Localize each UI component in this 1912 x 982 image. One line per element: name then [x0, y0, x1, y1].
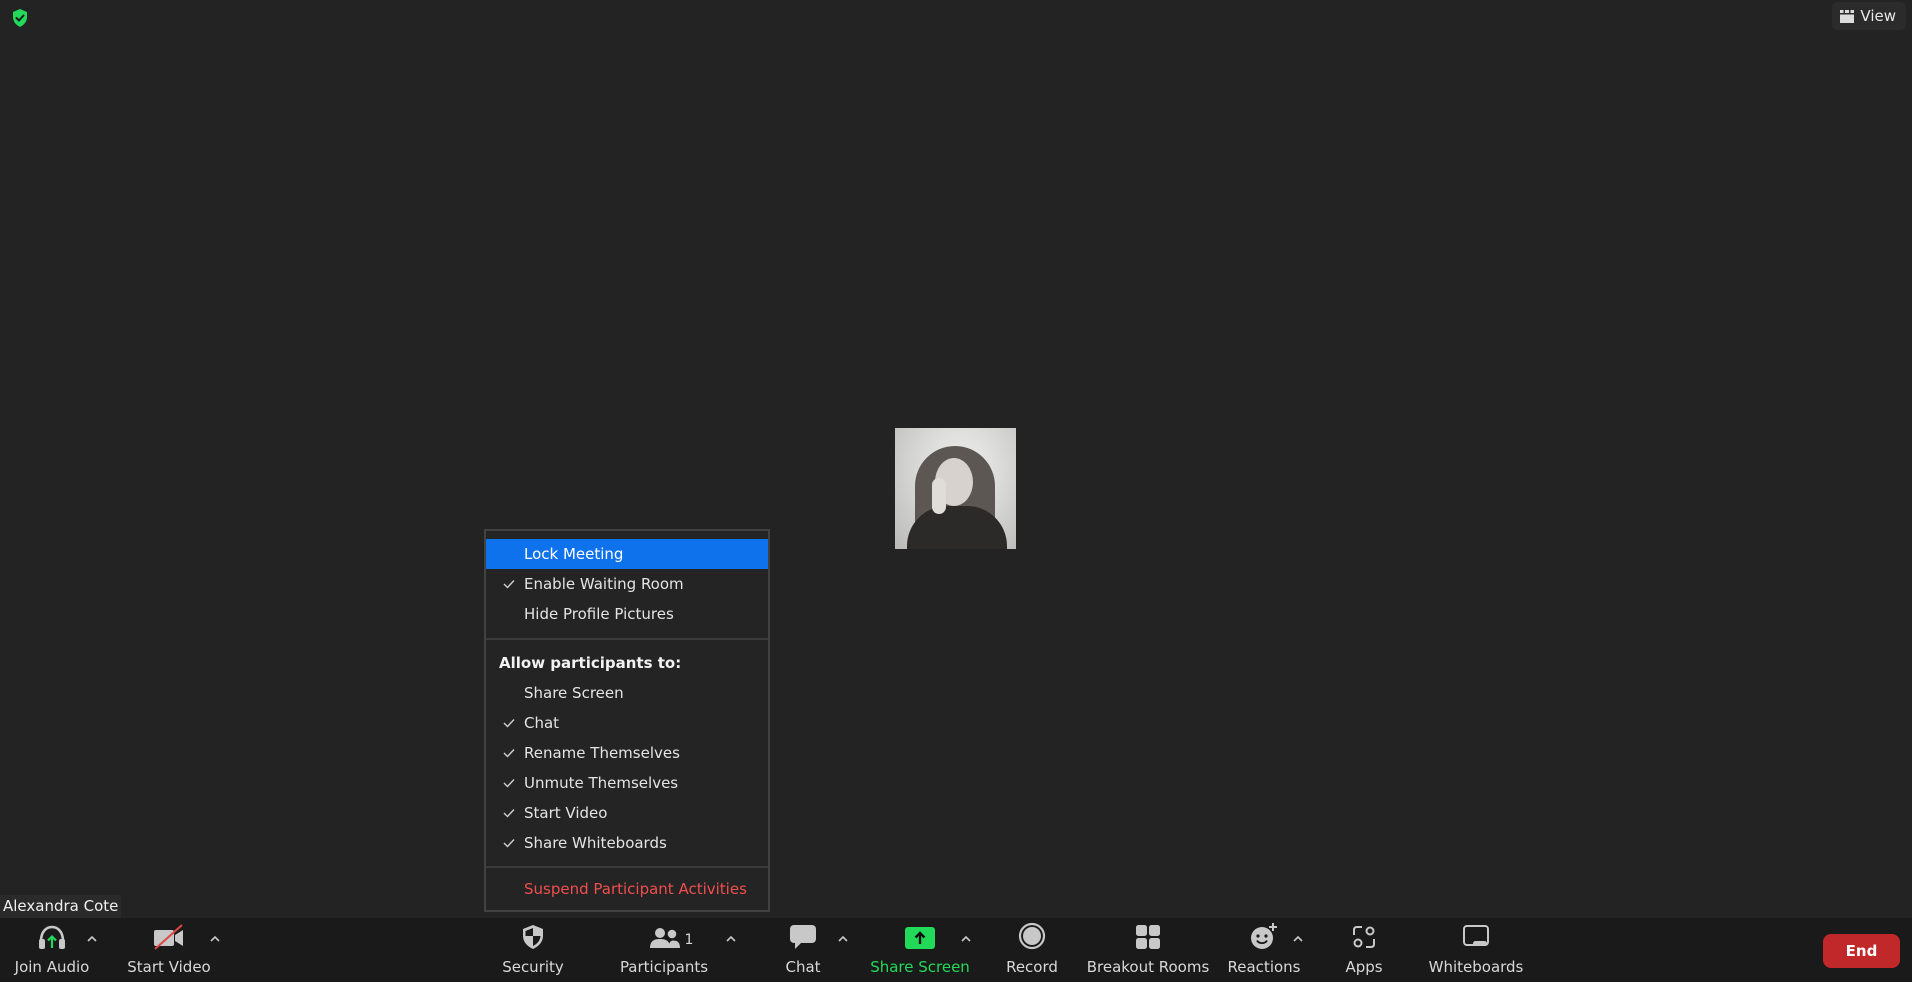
menu-item-hide-profile-pictures[interactable]: Hide Profile Pictures	[486, 599, 768, 629]
reactions-smiley-icon	[1251, 923, 1277, 949]
avatar-hand	[932, 478, 946, 514]
join-audio-label: Join Audio	[14, 958, 90, 976]
menu-item-chat[interactable]: Chat	[486, 708, 768, 738]
start-video-button[interactable]: Start Video	[127, 918, 211, 982]
breakout-rooms-button[interactable]: Breakout Rooms	[1087, 918, 1209, 982]
view-button[interactable]: View	[1832, 2, 1906, 30]
checkmark-icon	[502, 569, 516, 599]
menu-divider	[486, 866, 768, 868]
record-icon	[1018, 922, 1046, 950]
menu-item-unmute-themselves[interactable]: Unmute Themselves	[486, 768, 768, 798]
reactions-button[interactable]: Reactions	[1227, 918, 1301, 982]
menu-item-label: Lock Meeting	[524, 545, 624, 563]
join-audio-button[interactable]: Join Audio	[13, 918, 91, 982]
security-shield-icon	[523, 925, 543, 949]
record-button[interactable]: Record	[1006, 918, 1058, 982]
chat-label: Chat	[785, 958, 821, 976]
apps-icon	[1353, 926, 1375, 948]
menu-item-rename-themselves[interactable]: Rename Themselves	[486, 738, 768, 768]
grid-view-icon	[1840, 9, 1855, 23]
menu-item-label: Share Whiteboards	[524, 834, 667, 852]
video-options-caret[interactable]	[208, 933, 222, 945]
menu-item-label: Suspend Participant Activities	[524, 880, 747, 898]
whiteboards-button[interactable]: Whiteboards	[1429, 918, 1523, 982]
participant-avatar[interactable]	[895, 428, 1016, 549]
allow-participants-heading: Allow participants to:	[499, 654, 682, 672]
record-label: Record	[1006, 958, 1058, 976]
menu-item-label: Rename Themselves	[524, 744, 680, 762]
share-screen-label: Share Screen	[870, 958, 970, 976]
reactions-options-caret[interactable]	[1291, 933, 1305, 945]
participants-count: 1	[684, 932, 694, 948]
participants-icon	[649, 928, 680, 948]
encryption-shield-icon[interactable]	[10, 8, 30, 28]
security-menu: Lock Meeting Enable Waiting Room Hide Pr…	[484, 529, 770, 912]
menu-divider	[486, 638, 768, 640]
audio-options-caret[interactable]	[85, 933, 99, 945]
share-screen-options-caret[interactable]	[959, 933, 973, 945]
menu-item-lock-meeting[interactable]: Lock Meeting	[486, 539, 768, 569]
participants-options-caret[interactable]	[724, 933, 738, 945]
view-label: View	[1860, 7, 1896, 25]
chat-bubble-icon	[790, 925, 816, 949]
security-button[interactable]: Security	[500, 918, 566, 982]
menu-item-share-screen[interactable]: Share Screen	[486, 678, 768, 708]
participants-label: Participants	[619, 958, 709, 976]
apps-button[interactable]: Apps	[1345, 918, 1383, 982]
whiteboard-icon	[1463, 925, 1489, 946]
menu-item-label: Enable Waiting Room	[524, 575, 684, 593]
checkmark-icon	[502, 828, 516, 858]
menu-item-start-video[interactable]: Start Video	[486, 798, 768, 828]
security-label: Security	[502, 958, 564, 976]
checkmark-icon	[502, 738, 516, 768]
start-video-label: Start Video	[127, 958, 211, 976]
breakout-rooms-icon	[1136, 925, 1160, 949]
checkmark-icon	[502, 708, 516, 738]
breakout-rooms-label: Breakout Rooms	[1086, 958, 1210, 976]
checkmark-icon	[502, 798, 516, 828]
menu-item-label: Unmute Themselves	[524, 774, 679, 792]
meeting-toolbar: Join Audio Start Video Security 1 Partic…	[0, 918, 1912, 982]
menu-item-label: Hide Profile Pictures	[524, 605, 674, 623]
chat-button[interactable]: Chat	[782, 918, 824, 982]
menu-item-enable-waiting-room[interactable]: Enable Waiting Room	[486, 569, 768, 599]
menu-item-label: Chat	[524, 714, 560, 732]
headphones-icon	[39, 925, 65, 949]
apps-label: Apps	[1345, 958, 1383, 976]
participants-button[interactable]: 1 Participants	[619, 918, 709, 982]
menu-item-label: Start Video	[524, 804, 608, 822]
checkmark-icon	[502, 768, 516, 798]
share-screen-button[interactable]: Share Screen	[870, 918, 970, 982]
menu-item-label: Share Screen	[524, 684, 624, 702]
reactions-label: Reactions	[1227, 958, 1301, 976]
meeting-stage: View Lock Meeting Enable Waiting Room Hi…	[0, 0, 1912, 918]
chat-options-caret[interactable]	[836, 933, 850, 945]
share-screen-icon	[905, 927, 935, 949]
menu-item-share-whiteboards[interactable]: Share Whiteboards	[486, 828, 768, 858]
video-off-icon	[154, 924, 183, 950]
end-meeting-button[interactable]: End	[1823, 934, 1900, 968]
participant-name-tag: Alexandra Cote	[0, 895, 122, 918]
whiteboards-label: Whiteboards	[1428, 958, 1524, 976]
menu-item-suspend-participant-activities[interactable]: Suspend Participant Activities	[486, 872, 768, 906]
